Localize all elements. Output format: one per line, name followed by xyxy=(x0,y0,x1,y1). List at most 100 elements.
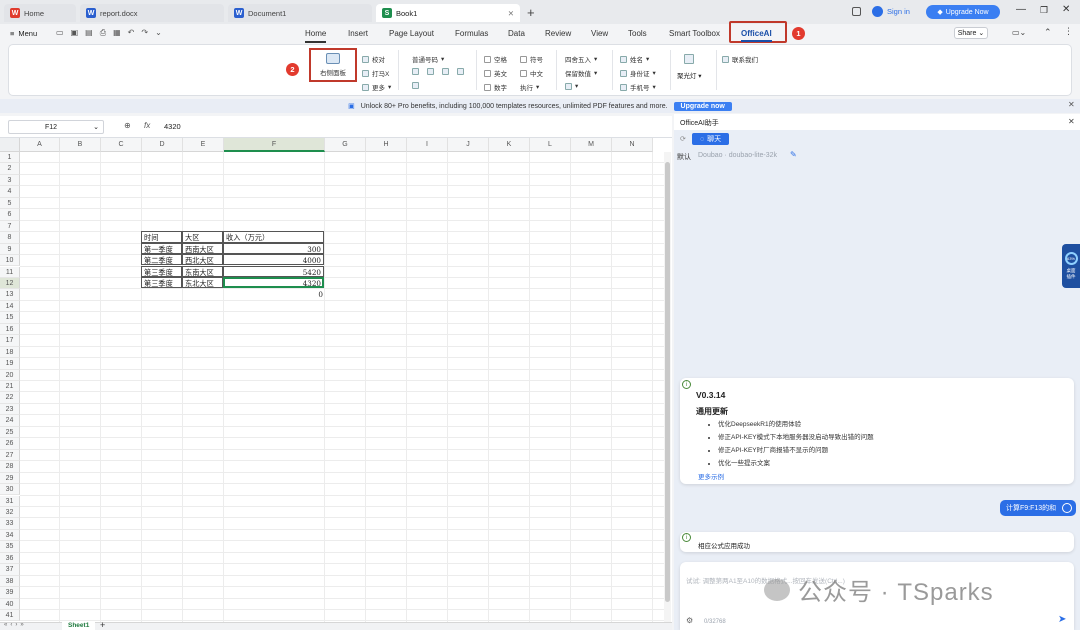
name-button[interactable]: 姓名 ▾ xyxy=(620,54,649,64)
row-header[interactable]: 40 xyxy=(0,598,20,610)
row-header[interactable]: 3 xyxy=(0,174,20,187)
chat-tab[interactable]: ◌ 聊天 xyxy=(692,133,730,145)
row-header[interactable]: 2 xyxy=(0,163,20,175)
table-cell[interactable]: 东北大区 xyxy=(182,276,223,289)
row-header[interactable]: 19 xyxy=(0,358,20,370)
table-header-cell[interactable]: 收入（万元） xyxy=(223,231,324,243)
settings-icon[interactable]: ⚙ xyxy=(686,616,693,625)
format-thousands-icon[interactable] xyxy=(427,68,434,75)
id-card-button[interactable]: 身份证 ▾ xyxy=(620,68,656,78)
model-selector[interactable]: Doubao · doubao-lite-32k xyxy=(698,152,777,159)
add-sheet-button[interactable]: + xyxy=(100,620,105,630)
checkbox-symbol[interactable]: 符号 xyxy=(520,54,543,64)
upgrade-now-button[interactable]: ◆ Upgrade Now xyxy=(926,5,1000,19)
table-cell[interactable]: 300 xyxy=(223,242,324,255)
row-header[interactable]: 30 xyxy=(0,484,20,496)
more-options-icon[interactable]: ⋮ xyxy=(1064,26,1073,37)
table-cell[interactable]: 4000 xyxy=(223,254,324,266)
tab-page-layout[interactable]: Page Layout xyxy=(389,29,434,38)
checkbox-number[interactable]: 数字 xyxy=(484,82,507,92)
table-cell[interactable]: 第三季度 xyxy=(141,265,182,277)
row-header[interactable]: 15 xyxy=(0,312,20,324)
close-panel-icon[interactable]: ✕ xyxy=(1068,117,1075,126)
more-examples-link[interactable]: 更多示例 xyxy=(698,471,724,481)
row-header[interactable]: 29 xyxy=(0,472,20,485)
undo-icon[interactable]: ↶ xyxy=(128,28,135,38)
row-header[interactable]: 26 xyxy=(0,438,20,450)
number-format-select[interactable]: 普通号码 ▾ xyxy=(412,54,444,64)
phone-button[interactable]: 手机号 ▾ xyxy=(620,82,656,92)
column-header[interactable]: L xyxy=(530,138,571,152)
column-header[interactable]: H xyxy=(366,138,407,152)
desktop-plugin-widget[interactable]: 63% 桌面插件 xyxy=(1062,244,1080,288)
row-header[interactable]: 36 xyxy=(0,552,20,565)
column-header[interactable]: E xyxy=(183,138,224,152)
tab-data[interactable]: Data xyxy=(508,29,525,38)
row-header[interactable]: 35 xyxy=(0,541,20,553)
tab-home-ribbon[interactable]: Home xyxy=(305,29,327,43)
export-pdf-icon[interactable]: ▤ xyxy=(85,28,93,38)
open-panel-button[interactable]: 右侧面板 xyxy=(309,48,357,82)
column-header[interactable]: B xyxy=(60,138,101,152)
tab-review[interactable]: Review xyxy=(545,29,571,38)
tab-report-docx[interactable]: Wreport.docx xyxy=(80,4,224,22)
row-header[interactable]: 39 xyxy=(0,587,20,599)
zoom-icon[interactable]: ⊕ xyxy=(124,121,131,130)
share-button[interactable]: Share ⌄ xyxy=(954,27,988,39)
row-header[interactable]: 41 xyxy=(0,610,20,622)
row-header[interactable]: 21 xyxy=(0,381,20,393)
select-all-corner[interactable] xyxy=(0,138,20,152)
edit-model-icon[interactable]: ✎ xyxy=(790,150,797,159)
table-cell[interactable]: 第三季度 xyxy=(141,276,182,289)
fx-icon[interactable]: fx xyxy=(144,121,150,130)
tab-formulas[interactable]: Formulas xyxy=(455,29,488,38)
row-header[interactable]: 18 xyxy=(0,346,20,359)
row-header[interactable]: 5 xyxy=(0,197,20,210)
row-header[interactable]: 8 xyxy=(0,232,20,244)
comment-icon[interactable]: ▭⌄ xyxy=(1012,28,1026,37)
column-header[interactable]: F xyxy=(224,138,325,152)
decimal-increase-icon[interactable] xyxy=(442,68,449,75)
row-header[interactable]: 22 xyxy=(0,392,20,404)
tab-tools[interactable]: Tools xyxy=(628,29,647,38)
column-header[interactable]: N xyxy=(612,138,653,152)
column-header[interactable]: A xyxy=(20,138,60,152)
sheet-tab[interactable]: Sheet1 xyxy=(62,622,96,630)
collapse-ribbon-icon[interactable]: ⌃ xyxy=(1044,27,1052,38)
row-header[interactable]: 11 xyxy=(0,266,20,278)
send-icon[interactable]: ➤ xyxy=(1058,614,1066,625)
row-header[interactable]: 6 xyxy=(0,209,20,221)
ribbon-more[interactable]: 更多 ▾ xyxy=(362,82,391,92)
table-cell[interactable]: 东南大区 xyxy=(182,265,223,277)
vertical-scrollbar[interactable] xyxy=(664,152,671,622)
row-header[interactable]: 32 xyxy=(0,506,20,519)
scroll-thumb[interactable] xyxy=(665,162,670,602)
row-header[interactable]: 28 xyxy=(0,461,20,473)
row-header[interactable]: 14 xyxy=(0,300,20,313)
row-header[interactable]: 13 xyxy=(0,289,20,301)
column-header[interactable]: C xyxy=(101,138,142,152)
row-header[interactable]: 31 xyxy=(0,495,20,507)
row-header[interactable]: 23 xyxy=(0,403,20,416)
keep-value-button[interactable]: 保留数值 ▾ xyxy=(565,68,597,78)
table-cell[interactable]: 5420 xyxy=(223,265,324,277)
row-header[interactable]: 20 xyxy=(0,369,20,381)
menu-button[interactable]: ≡ Menu xyxy=(10,29,37,38)
ribbon-mask[interactable]: 打马X xyxy=(362,68,389,78)
tab-view[interactable]: View xyxy=(591,29,608,38)
table-cell[interactable]: 西南大区 xyxy=(182,242,223,255)
tab-document1[interactable]: W Document1 xyxy=(228,4,372,22)
history-icon[interactable]: ⟳ xyxy=(680,135,686,143)
save-icon[interactable]: ▣ xyxy=(71,28,79,38)
row-header[interactable]: 38 xyxy=(0,575,20,588)
tab-smart-toolbox[interactable]: Smart Toolbox xyxy=(669,29,720,38)
row-header[interactable]: 1 xyxy=(0,152,20,164)
round-button[interactable]: 四舍五入 ▾ xyxy=(565,54,597,64)
spotlight-button[interactable]: 聚光灯 ▾ xyxy=(677,54,702,80)
execute-button[interactable]: 执行 ▾ xyxy=(520,82,539,92)
customize-chevron-icon[interactable]: ⌄ xyxy=(155,28,162,38)
tab-officeai[interactable]: OfficeAI xyxy=(741,29,772,42)
format-percent-icon[interactable] xyxy=(412,68,419,75)
window-restore-icon[interactable] xyxy=(852,7,861,16)
tab-insert[interactable]: Insert xyxy=(348,29,368,38)
